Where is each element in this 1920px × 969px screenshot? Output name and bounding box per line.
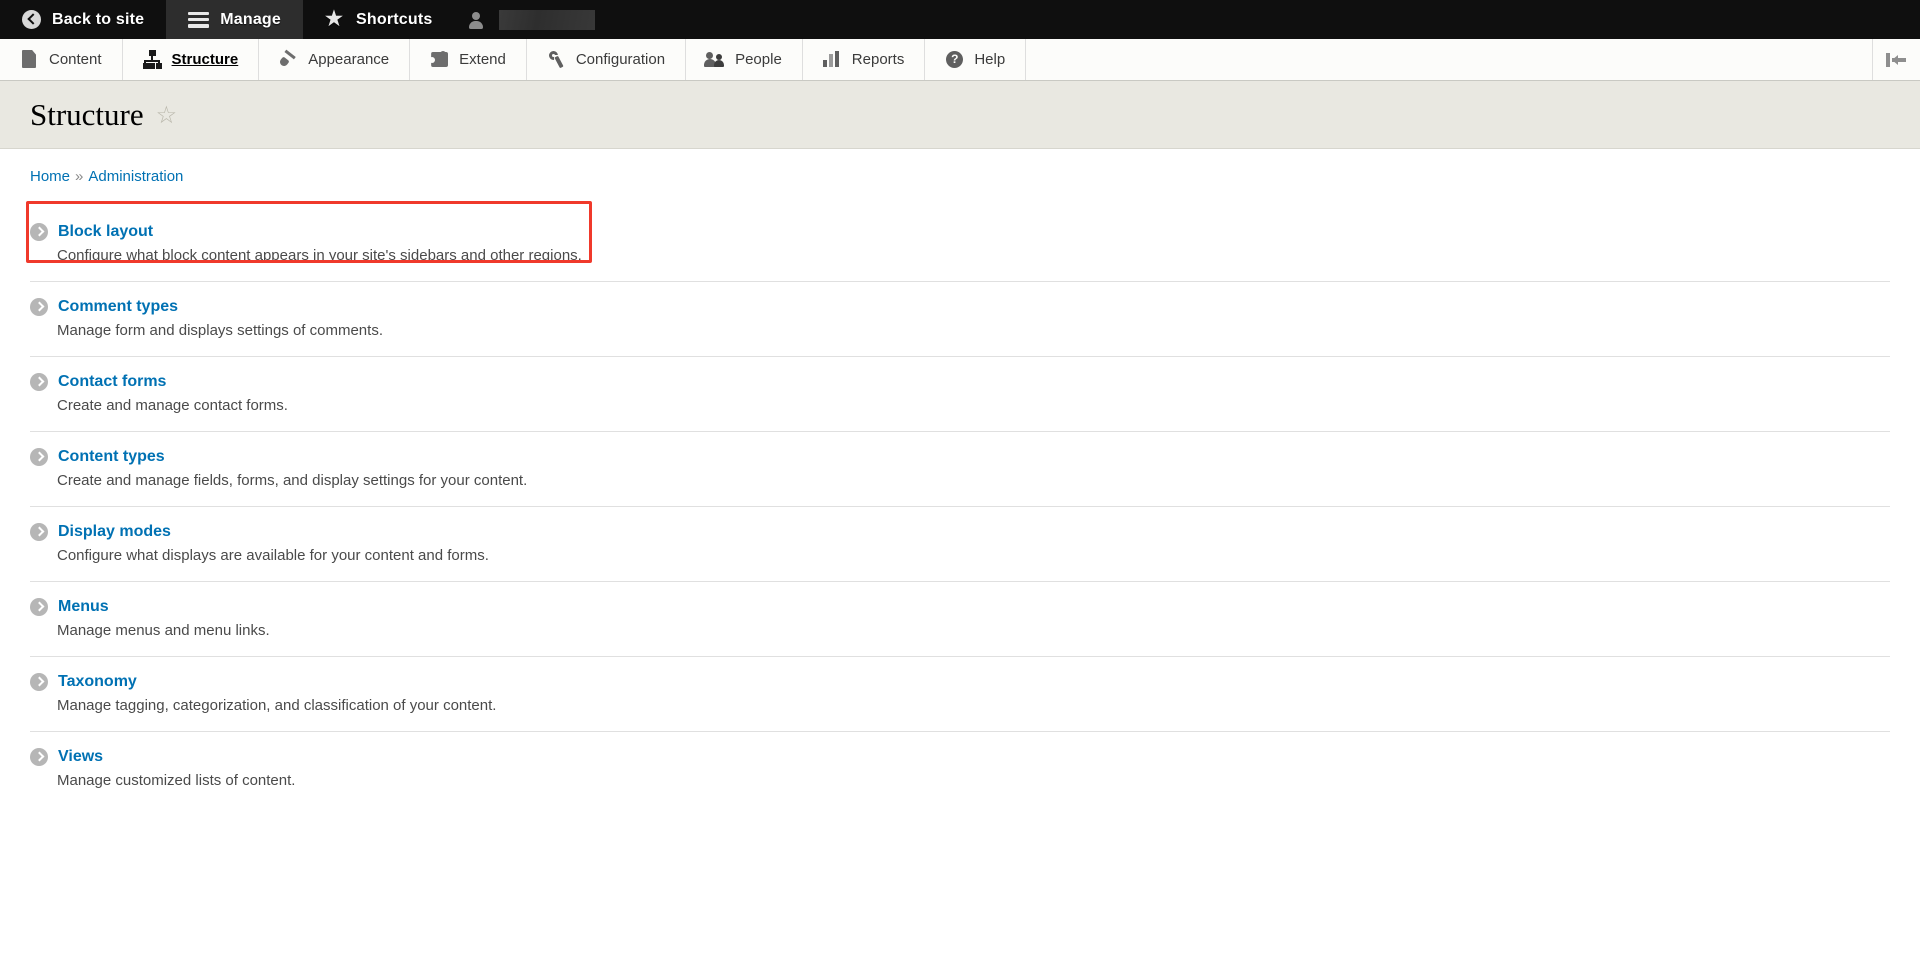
list-item-title: Taxonomy [58, 673, 137, 690]
chevron-right-icon [30, 523, 48, 541]
question-icon: ? [945, 50, 964, 69]
admin-menu-label: Help [974, 51, 1006, 68]
admin-menu-item-extend[interactable]: Extend [410, 39, 527, 80]
admin-link-views[interactable]: Views [30, 748, 1890, 766]
list-item: Menus Manage menus and menu links. [30, 581, 1890, 656]
breadcrumb-link-administration[interactable]: Administration [88, 168, 183, 185]
admin-link-display-modes[interactable]: Display modes [30, 523, 1890, 541]
toolbar-tab-manage[interactable]: Manage [166, 0, 303, 39]
toolbar-tab-label: Back to site [52, 10, 145, 28]
admin-menu-label: Appearance [308, 51, 390, 68]
star-icon: ★ [325, 8, 344, 30]
people-icon [704, 50, 725, 69]
orientation-toggle-icon [1885, 52, 1908, 67]
page-header: Structure ☆ [0, 81, 1920, 149]
list-item-description: Create and manage fields, forms, and dis… [57, 472, 528, 489]
toolbar-tab-shortcuts[interactable]: ★ Shortcuts [303, 0, 454, 39]
admin-menu-item-reports[interactable]: Reports [803, 39, 926, 80]
hamburger-icon [188, 11, 210, 28]
back-arrow-icon [22, 10, 41, 29]
admin-menu-item-help[interactable]: ? Help [925, 39, 1027, 80]
list-item: Views Manage customized lists of content… [30, 731, 1890, 806]
admin-toolbar: Back to site Manage ★ Shortcuts [0, 0, 1920, 39]
admin-link-block-layout[interactable]: Block layout [30, 223, 1890, 241]
bar-chart-icon [822, 50, 842, 69]
wrench-icon [547, 50, 566, 69]
list-item-title: Menus [58, 598, 109, 615]
paintbrush-icon [278, 49, 298, 69]
list-item-description: Manage menus and menu links. [57, 622, 270, 639]
toolbar-tab-user[interactable] [454, 0, 617, 39]
chevron-right-icon [30, 298, 48, 316]
toolbar-tab-label: Manage [220, 10, 281, 28]
shortcut-star-icon[interactable]: ☆ [156, 103, 178, 128]
list-item-description: Manage form and displays settings of com… [57, 322, 383, 339]
list-item: Comment types Manage form and displays s… [30, 281, 1890, 356]
user-icon [468, 10, 484, 29]
admin-menu-label: People [735, 51, 782, 68]
orientation-toggle-button[interactable] [1872, 39, 1920, 80]
admin-block-list: Block layout Configure what block conten… [26, 201, 1890, 806]
chevron-right-icon [30, 598, 48, 616]
list-item-description: Create and manage contact forms. [57, 397, 288, 414]
chevron-right-icon [30, 373, 48, 391]
admin-link-menus[interactable]: Menus [30, 598, 1890, 616]
admin-link-taxonomy[interactable]: Taxonomy [30, 673, 1890, 691]
admin-menu-label: Extend [459, 51, 506, 68]
list-item-description: Manage customized lists of content. [57, 772, 296, 789]
breadcrumb: Home » Administration [0, 149, 1920, 185]
structure-icon [142, 50, 162, 69]
list-item: Content types Create and manage fields, … [30, 431, 1890, 506]
chevron-right-icon [30, 223, 48, 241]
list-item-title: Content types [58, 448, 165, 465]
list-item: Block layout Configure what block conten… [30, 207, 1890, 281]
list-item: Contact forms Create and manage contact … [30, 356, 1890, 431]
list-item: Taxonomy Manage tagging, categorization,… [30, 656, 1890, 731]
username-redacted [499, 9, 596, 30]
admin-menu-item-content[interactable]: Content [0, 39, 123, 80]
admin-menu-label: Configuration [575, 51, 666, 68]
admin-menu-item-appearance[interactable]: Appearance [259, 39, 411, 80]
admin-menu-item-configuration[interactable]: Configuration [527, 39, 687, 80]
chevron-right-icon [30, 673, 48, 691]
page-title: Structure [30, 96, 144, 132]
list-item-title: Views [58, 748, 104, 765]
chevron-right-icon [30, 748, 48, 766]
chevron-right-icon [30, 448, 48, 466]
breadcrumb-link-home[interactable]: Home [30, 168, 70, 185]
admin-menu-label: Content [49, 51, 102, 68]
admin-menu-label: Reports [851, 51, 905, 68]
list-item-description: Configure what block content appears in … [57, 247, 582, 264]
admin-link-contact-forms[interactable]: Contact forms [30, 373, 1890, 391]
list-item: Display modes Configure what displays ar… [30, 506, 1890, 581]
admin-link-comment-types[interactable]: Comment types [30, 298, 1890, 316]
admin-menu-item-structure[interactable]: Structure [123, 39, 260, 80]
list-item-description: Configure what displays are available fo… [57, 547, 489, 564]
breadcrumb-separator: » [75, 168, 84, 185]
admin-link-content-types[interactable]: Content types [30, 448, 1890, 466]
admin-menu-item-people[interactable]: People [686, 39, 803, 80]
document-icon [20, 50, 39, 69]
list-item-title: Display modes [58, 523, 171, 540]
list-item-title: Comment types [58, 298, 179, 315]
toolbar-tab-label: Shortcuts [356, 10, 433, 28]
toolbar-tab-back-to-site[interactable]: Back to site [0, 0, 166, 39]
admin-menu-label: Structure [171, 51, 239, 68]
admin-menu-bar: Content Structure Appearance Extend Conf… [0, 39, 1920, 81]
list-item-description: Manage tagging, categorization, and clas… [57, 697, 497, 714]
puzzle-icon [429, 50, 449, 69]
list-item-title: Block layout [58, 223, 154, 240]
list-item-title: Contact forms [58, 373, 167, 390]
